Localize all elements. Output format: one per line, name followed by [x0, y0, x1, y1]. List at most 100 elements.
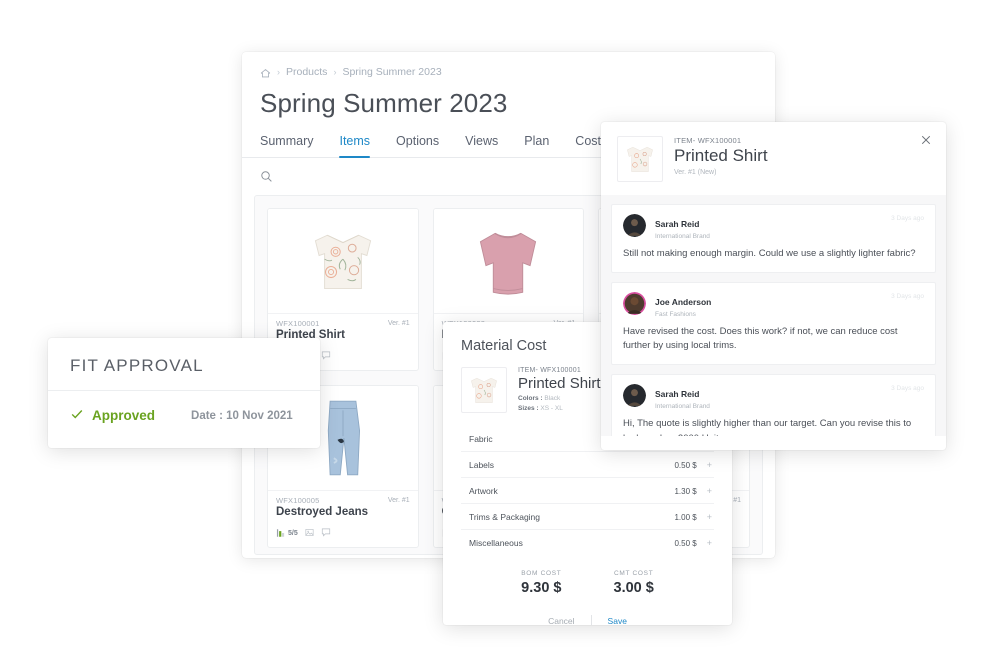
comment-company: International Brand — [655, 233, 710, 240]
cost-row-label: Miscellaneous — [469, 538, 523, 548]
comment-text: Have revised the cost. Does this work? i… — [623, 325, 898, 352]
product-sku: WFX100001 — [276, 319, 320, 328]
product-name: Destroyed Jeans — [276, 506, 369, 518]
status-badge: Approved — [70, 407, 155, 424]
bom-cost-value: 9.30 $ — [521, 580, 562, 596]
close-icon[interactable] — [920, 133, 932, 145]
screenshot-stage: › Products › Spring Summer 2023 Spring S… — [0, 0, 996, 664]
comment-timestamp: 3 Days ago — [891, 292, 924, 300]
comments-list[interactable]: Sarah Reid International Brand 3 Days ag… — [601, 195, 946, 436]
cost-row-value: 1.30 $ — [674, 486, 697, 496]
material-cost-sizes: Sizes : XS - XL — [518, 405, 601, 412]
product-image-pink-sweater — [433, 209, 584, 313]
cost-row-trims-packaging[interactable]: Trims & Packaging 1.00 $ + — [461, 504, 714, 530]
product-version: Ver. #1 — [387, 320, 410, 327]
material-cost-actions: Cancel Save — [461, 615, 714, 625]
rating-label: 5/5 — [288, 529, 298, 537]
add-icon[interactable]: + — [707, 460, 712, 470]
add-icon[interactable]: + — [707, 486, 712, 496]
cmt-cost-label: CMT COST — [613, 570, 654, 577]
comment-icon[interactable] — [321, 524, 331, 542]
add-icon[interactable]: + — [707, 512, 712, 522]
product-thumbnail-printed-shirt — [461, 367, 507, 413]
comments-item-version: Ver. #1 (New) — [674, 169, 717, 176]
cost-row-label: Labels — [469, 460, 495, 470]
comment-company: Fast Fashions — [655, 310, 696, 318]
fit-approval-card: FIT APPROVAL Approved Date : 10 Nov 2021 — [48, 338, 320, 448]
product-version: Ver. #1 — [387, 497, 410, 504]
breadcrumb-item-products[interactable]: Products — [286, 66, 327, 78]
action-divider — [590, 615, 592, 625]
comment-timestamp: 3 Days ago — [891, 385, 924, 393]
comments-panel-header: ITEM- WFX100001 Printed Shirt Ver. #1 (N… — [601, 122, 946, 195]
material-cost-item-sku: ITEM- WFX100001 — [518, 367, 581, 374]
material-cost-item-info: ITEM- WFX100001 Printed Shirt Colors : B… — [518, 367, 601, 413]
rating-icon[interactable]: 5/5 — [276, 528, 298, 538]
save-button[interactable]: Save — [608, 616, 627, 626]
product-card-icons: 5/5 — [268, 518, 418, 542]
product-sku: WFX100005 — [276, 496, 320, 505]
colors-label: Colors : — [518, 395, 543, 402]
product-meta: WFX100001 Ver. #1 Printed Shirt — [268, 313, 418, 341]
cost-row-value: 0.50 $ — [674, 538, 697, 548]
bom-cost-label: BOM COST — [521, 570, 562, 577]
cost-row-miscellaneous[interactable]: Miscellaneous 0.50 $ + — [461, 530, 714, 555]
comment-author: Joe Anderson — [655, 296, 712, 307]
comments-item-sku: ITEM- WFX100001 — [674, 136, 742, 145]
comment-text: Still not making enough margin. Could we… — [623, 248, 916, 259]
breadcrumb: › Products › Spring Summer 2023 — [260, 66, 757, 78]
product-thumbnail-printed-shirt — [617, 136, 663, 182]
comment-author: Sarah Reid — [655, 219, 700, 229]
cmt-cost-value: 3.00 $ — [613, 580, 654, 596]
material-cost-item-name: Printed Shirt — [518, 375, 601, 392]
cost-row-value: 1.00 $ — [674, 512, 697, 522]
comment-company: International Brand — [655, 403, 710, 411]
material-cost-totals: BOM COST 9.30 $ CMT COST 3.00 $ — [461, 570, 714, 596]
cost-row-label: Trims & Packaging — [469, 512, 541, 522]
cost-row-label: Artwork — [469, 486, 498, 496]
comment-timestamp: 3 Days ago — [891, 215, 924, 222]
sizes-label: Sizes : — [518, 405, 539, 412]
tab-items[interactable]: Items — [339, 134, 370, 158]
comment-item: Joe Anderson Fast Fashions 3 Days ago Ha… — [611, 281, 936, 366]
product-meta: WFX100005 Ver. #1 Destroyed Jeans — [268, 490, 418, 518]
comment-item: Sarah Reid International Brand 3 Days ag… — [611, 374, 936, 436]
page-title: Spring Summer 2023 — [260, 88, 508, 118]
breadcrumb-separator: › — [277, 67, 280, 77]
app-header: › Products › Spring Summer 2023 Spring S… — [242, 52, 775, 119]
add-icon[interactable]: + — [707, 538, 712, 548]
tab-plan[interactable]: Plan — [524, 134, 549, 157]
cost-row-value: 0.50 $ — [674, 460, 697, 470]
home-icon[interactable] — [260, 68, 271, 79]
product-image-printed-shirt — [268, 209, 418, 313]
fit-approval-status: Approved — [92, 408, 156, 423]
image-icon[interactable] — [305, 524, 314, 542]
comment-text: Hi, The quote is slightly higher than ou… — [623, 418, 912, 436]
cost-row-label: Fabric — [469, 434, 493, 444]
avatar — [623, 214, 646, 237]
fit-approval-body: Approved Date : 10 Nov 2021 — [48, 391, 320, 440]
comment-item: Sarah Reid International Brand 3 Days ag… — [611, 204, 936, 273]
avatar — [623, 291, 646, 315]
fit-approval-title: FIT APPROVAL — [48, 338, 320, 391]
breadcrumb-separator-2: › — [333, 67, 337, 77]
breadcrumb-item-season[interactable]: Spring Summer 2023 — [342, 66, 441, 78]
comments-item-info: ITEM- WFX100001 Printed Shirt Ver. #1 (N… — [674, 136, 768, 182]
material-cost-colors: Colors : Black — [518, 395, 601, 402]
cost-row-labels[interactable]: Labels 0.50 $ + — [461, 452, 714, 478]
search-icon[interactable] — [260, 170, 273, 183]
comment-icon[interactable] — [321, 347, 331, 365]
cmt-cost-total: CMT COST 3.00 $ — [614, 570, 654, 596]
sizes-value: XS - XL — [540, 405, 563, 412]
fit-approval-date: Date : 10 Nov 2021 — [191, 409, 293, 422]
avatar — [623, 384, 646, 408]
tab-options[interactable]: Options — [396, 134, 439, 157]
cancel-button[interactable]: Cancel — [548, 616, 574, 626]
tab-summary[interactable]: Summary — [260, 134, 313, 157]
tab-views[interactable]: Views — [465, 134, 498, 157]
comments-item-name: Printed Shirt — [674, 146, 768, 165]
bom-cost-total: BOM COST 9.30 $ — [521, 570, 561, 596]
comment-author: Sarah Reid — [655, 389, 700, 400]
cost-row-artwork[interactable]: Artwork 1.30 $ + — [461, 478, 714, 504]
colors-value: Black — [544, 395, 561, 402]
